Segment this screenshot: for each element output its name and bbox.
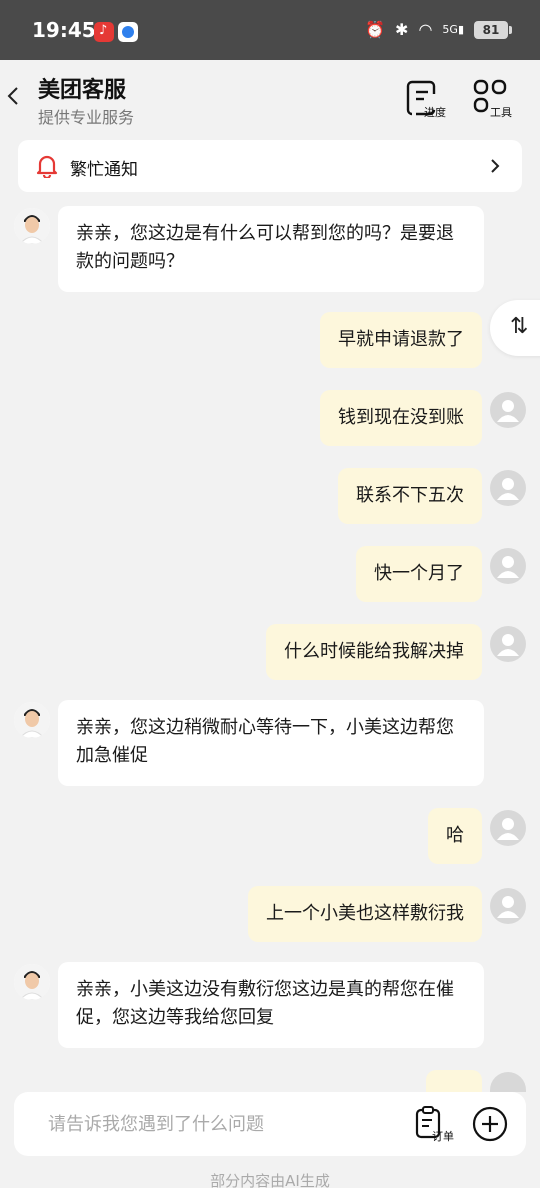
music-app-icon — [94, 22, 114, 42]
message-text: 什么时候能给我解决掉 — [284, 641, 464, 662]
user-avatar — [490, 888, 526, 924]
user-avatar — [490, 1072, 526, 1092]
alarm-icon: ⏰ — [365, 20, 386, 39]
message-text: 钱到现在没到账 — [338, 407, 464, 428]
agent-avatar — [14, 964, 50, 1000]
add-plus-icon[interactable] — [472, 1106, 508, 1142]
agent-avatar-image — [14, 208, 50, 244]
ai-disclaimer: 部分内容由AI生成 — [210, 1172, 330, 1188]
user-avatar — [490, 810, 526, 846]
message-bubble-user: 上一个小美也这样敷衍我 — [248, 886, 482, 942]
network-type: 5G — [442, 23, 458, 36]
message-bubble-user: 早就申请退款了 — [320, 312, 482, 368]
sort-float-button[interactable]: ⇅ — [490, 300, 540, 356]
chat-header: 美团客服 提供专业服务 进度 工具 — [0, 60, 540, 132]
message-bubble-user: 联系不下五次 — [338, 468, 482, 524]
tools-button[interactable]: 工具 — [470, 78, 518, 122]
busy-notice-banner[interactable]: 繁忙通知 — [18, 140, 522, 192]
notice-text: 繁忙通知 — [70, 160, 138, 180]
back-arrow-icon[interactable] — [6, 86, 20, 106]
status-time: 19:45 — [32, 18, 96, 42]
signal-icon: 5G▮ — [442, 23, 464, 36]
page-title: 美团客服 — [38, 78, 127, 103]
user-avatar — [490, 626, 526, 662]
message-text: 亲亲，您这边是有什么可以帮到您的吗？是要退款的问题吗？ — [76, 223, 454, 272]
battery-icon: 81 — [474, 20, 512, 39]
message-input[interactable] — [48, 1110, 388, 1138]
user-avatar-placeholder-icon — [497, 556, 519, 578]
message-text: 联系不下五次 — [356, 485, 464, 506]
bell-icon — [36, 155, 58, 178]
message-bubble-user: 哈 — [428, 808, 482, 864]
agent-avatar — [14, 208, 50, 244]
user-avatar — [490, 392, 526, 428]
sort-arrows-icon: ⇅ — [510, 314, 529, 339]
message-bubble-agent: 亲亲，小美这边没有敷衍您这边是真的帮您在催促，您这边等我给您回复 — [58, 962, 484, 1048]
user-avatar-placeholder-icon — [497, 478, 519, 500]
message-bubble-agent: 亲亲，您这边稍微耐心等待一下，小美这边帮您加急催促 — [58, 700, 484, 786]
message-text: 亲亲，小美这边没有敷衍您这边是真的帮您在催促，您这边等我给您回复 — [76, 979, 454, 1028]
progress-button[interactable]: 进度 — [404, 78, 452, 122]
message-input-bar: 订单 — [14, 1092, 526, 1156]
user-avatar-placeholder-icon — [497, 896, 519, 918]
status-bar: 19:45 ⏰ ✱ ◠ 5G▮ 81 — [0, 0, 540, 60]
agent-avatar-image — [14, 964, 50, 1000]
user-avatar-placeholder-icon — [497, 818, 519, 840]
page-subtitle: 提供专业服务 — [38, 108, 135, 127]
message-text: 哈 — [446, 825, 464, 846]
order-label: 订单 — [432, 1130, 454, 1143]
bluetooth-icon: ✱ — [395, 20, 409, 39]
order-button[interactable]: 订单 — [414, 1106, 464, 1146]
status-indicators: ⏰ ✱ ◠ 5G▮ 81 — [365, 20, 512, 39]
agent-avatar-image — [14, 702, 50, 738]
browser-app-icon — [118, 22, 138, 42]
message-text: 上一个小美也这样敷衍我 — [266, 903, 464, 924]
chevron-right-icon — [491, 159, 500, 173]
message-bubble-user: 快一个月了 — [356, 546, 482, 602]
wifi-icon: ◠ — [418, 20, 433, 39]
message-bubble-user: 钱到现在没到账 — [320, 390, 482, 446]
user-avatar — [490, 470, 526, 506]
message-bubble-agent: 亲亲，您这边是有什么可以帮到您的吗？是要退款的问题吗？ — [58, 206, 484, 292]
agent-avatar — [14, 702, 50, 738]
user-avatar — [490, 548, 526, 584]
message-text: 快一个月了 — [374, 563, 464, 584]
progress-label: 进度 — [424, 106, 446, 119]
message-text: 亲亲，您这边稍微耐心等待一下，小美这边帮您加急催促 — [76, 717, 454, 766]
message-bubble-user: 什么时候能给我解决掉 — [266, 624, 482, 680]
user-avatar-placeholder-icon — [497, 400, 519, 422]
message-text: 早就申请退款了 — [338, 329, 464, 350]
user-avatar-placeholder-icon — [497, 634, 519, 656]
tools-label: 工具 — [490, 106, 512, 119]
